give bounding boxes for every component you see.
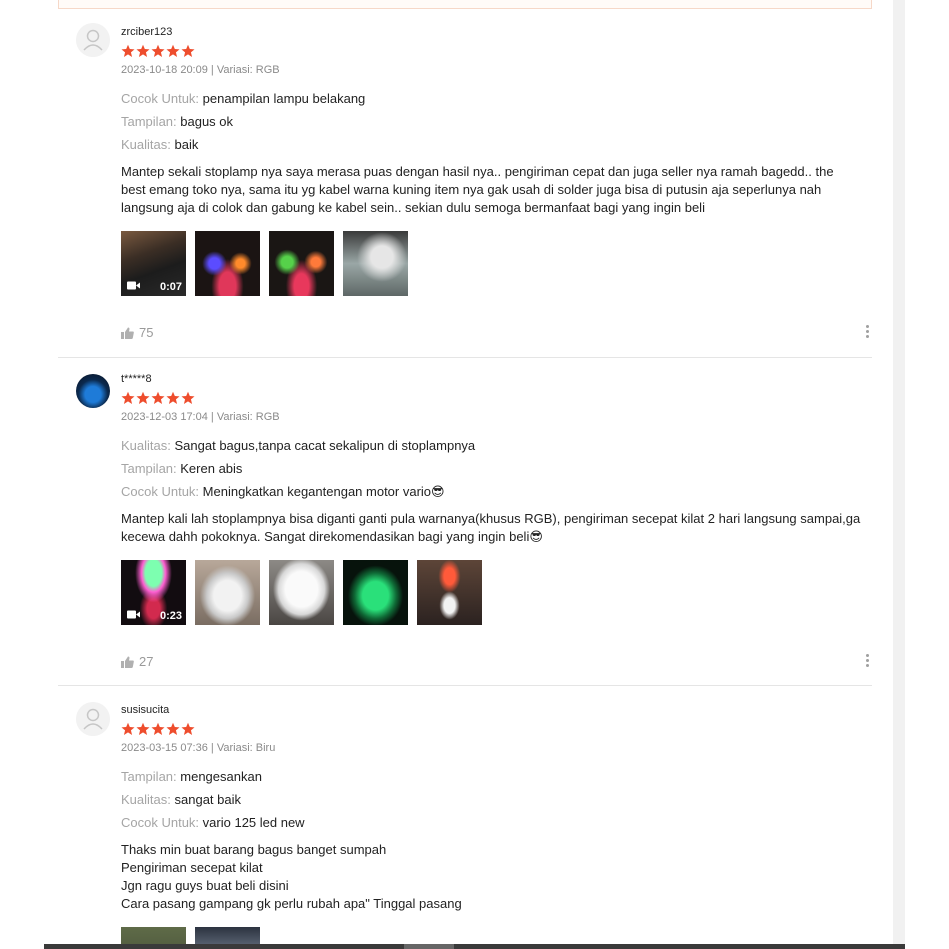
review-photo[interactable]	[195, 560, 260, 625]
star-icon	[151, 44, 165, 57]
thumbs-up-icon	[121, 656, 134, 668]
star-icon	[166, 44, 180, 57]
review-meta: 2023-10-18 20:09 | Variasi: RGB	[121, 63, 861, 77]
review-photo[interactable]	[269, 231, 334, 296]
scrollbar-thumb[interactable]	[404, 944, 454, 949]
star-icon	[151, 722, 165, 735]
attribute-label: Cocok Untuk:	[121, 815, 200, 830]
video-thumbnail[interactable]: 0:07	[121, 231, 186, 296]
review-variation: Variasi: RGB	[216, 64, 280, 76]
media-gallery: 0:07	[121, 231, 861, 296]
thumbs-up-icon	[121, 327, 134, 339]
review-date: 2023-12-03 17:04	[121, 411, 208, 423]
media-gallery: 0:23	[121, 560, 861, 625]
star-icon	[136, 44, 150, 57]
media-gallery	[121, 927, 861, 944]
star-icon	[181, 722, 195, 735]
meta-separator: |	[210, 411, 214, 423]
like-count: 75	[139, 325, 154, 340]
review-meta: 2023-03-15 07:36 | Variasi: Biru	[121, 741, 861, 755]
avatar[interactable]	[76, 702, 110, 736]
review-photo[interactable]	[417, 560, 482, 625]
star-rating	[121, 391, 861, 405]
review-comment: Thaks min buat barang bagus banget sumpa…	[121, 842, 462, 911]
star-icon	[136, 391, 150, 404]
like-button[interactable]: 27	[121, 654, 153, 669]
attribute-label: Kualitas:	[121, 438, 171, 453]
more-options-icon[interactable]	[866, 654, 870, 669]
attribute-label: Tampilan:	[121, 461, 177, 476]
attribute-value: baik	[174, 137, 199, 152]
video-camera-icon	[127, 610, 140, 622]
video-camera-icon	[127, 281, 140, 293]
star-icon	[151, 391, 165, 404]
review-photo[interactable]	[195, 927, 260, 944]
review-photo[interactable]	[195, 231, 260, 296]
review-comment: Mantep kali lah stoplampnya bisa diganti…	[121, 511, 861, 544]
attribute-row: Cocok Untuk: penampilan lampu belakang	[121, 90, 861, 107]
review-meta: 2023-12-03 17:04 | Variasi: RGB	[121, 410, 861, 424]
attribute-row: Tampilan: Keren abis	[121, 460, 861, 477]
username[interactable]: zrciber123	[121, 25, 861, 39]
meta-separator: |	[210, 742, 214, 754]
attribute-value: sangat baik	[174, 792, 242, 807]
review-date: 2023-03-15 07:36	[121, 742, 208, 754]
attribute-label: Cocok Untuk:	[121, 484, 200, 499]
attribute-label: Cocok Untuk:	[121, 91, 200, 106]
attribute-label: Tampilan:	[121, 114, 177, 129]
review-photo[interactable]	[343, 560, 408, 625]
attribute-value: vario 125 led new	[202, 815, 305, 830]
star-icon	[121, 722, 135, 735]
video-duration: 0:23	[159, 610, 182, 622]
attribute-row: Kualitas: Sangat bagus,tanpa cacat sekal…	[121, 437, 861, 454]
like-button[interactable]: 75	[121, 325, 153, 340]
attribute-row: Tampilan: mengesankan	[121, 768, 861, 785]
star-icon	[166, 722, 180, 735]
attribute-value: Meningkatkan kegantengan motor vario😎	[202, 484, 445, 499]
horizontal-scrollbar[interactable]	[44, 944, 905, 949]
star-rating	[121, 722, 861, 736]
attribute-row: Kualitas: sangat baik	[121, 791, 861, 808]
meta-separator: |	[210, 64, 214, 76]
attribute-label: Kualitas:	[121, 792, 171, 807]
review-comment: Mantep sekali stoplamp nya saya merasa p…	[121, 164, 834, 215]
review-variation: Variasi: RGB	[216, 411, 280, 423]
review-date: 2023-10-18 20:09	[121, 64, 208, 76]
like-count: 27	[139, 654, 154, 669]
video-thumbnail[interactable]: 0:23	[121, 560, 186, 625]
review-photo[interactable]	[121, 927, 186, 944]
star-icon	[121, 44, 135, 57]
star-icon	[166, 391, 180, 404]
star-icon	[181, 391, 195, 404]
review-photo[interactable]	[343, 231, 408, 296]
attribute-value: bagus ok	[180, 114, 234, 129]
attribute-row: Cocok Untuk: vario 125 led new	[121, 814, 861, 831]
star-icon	[181, 44, 195, 57]
attribute-label: Tampilan:	[121, 769, 177, 784]
review-item: t*****8 2023-12-03 17:04 | Variasi: RGB …	[58, 358, 872, 686]
attribute-value: Keren abis	[180, 461, 243, 476]
attribute-value: Sangat bagus,tanpa cacat sekalipun di st…	[174, 438, 476, 453]
review-photo[interactable]	[269, 560, 334, 625]
more-options-icon[interactable]	[866, 325, 870, 340]
username[interactable]: t*****8	[121, 372, 861, 386]
star-icon	[136, 722, 150, 735]
attribute-value: mengesankan	[180, 769, 262, 784]
review-item: zrciber123 2023-10-18 20:09 | Variasi: R…	[58, 8, 872, 358]
review-variation: Variasi: Biru	[216, 742, 276, 754]
attribute-value: penampilan lampu belakang	[202, 91, 366, 106]
avatar[interactable]	[76, 23, 110, 57]
username[interactable]: susisucita	[121, 703, 861, 717]
scrollbar-track[interactable]	[893, 0, 905, 949]
attribute-row: Tampilan: bagus ok	[121, 113, 861, 130]
avatar[interactable]	[76, 374, 110, 408]
star-rating	[121, 44, 861, 58]
review-item: susisucita 2023-03-15 07:36 | Variasi: B…	[58, 686, 872, 944]
video-duration: 0:07	[159, 281, 182, 293]
attribute-row: Cocok Untuk: Meningkatkan kegantengan mo…	[121, 483, 861, 500]
attribute-row: Kualitas: baik	[121, 136, 861, 153]
star-icon	[121, 391, 135, 404]
attribute-label: Kualitas:	[121, 137, 171, 152]
